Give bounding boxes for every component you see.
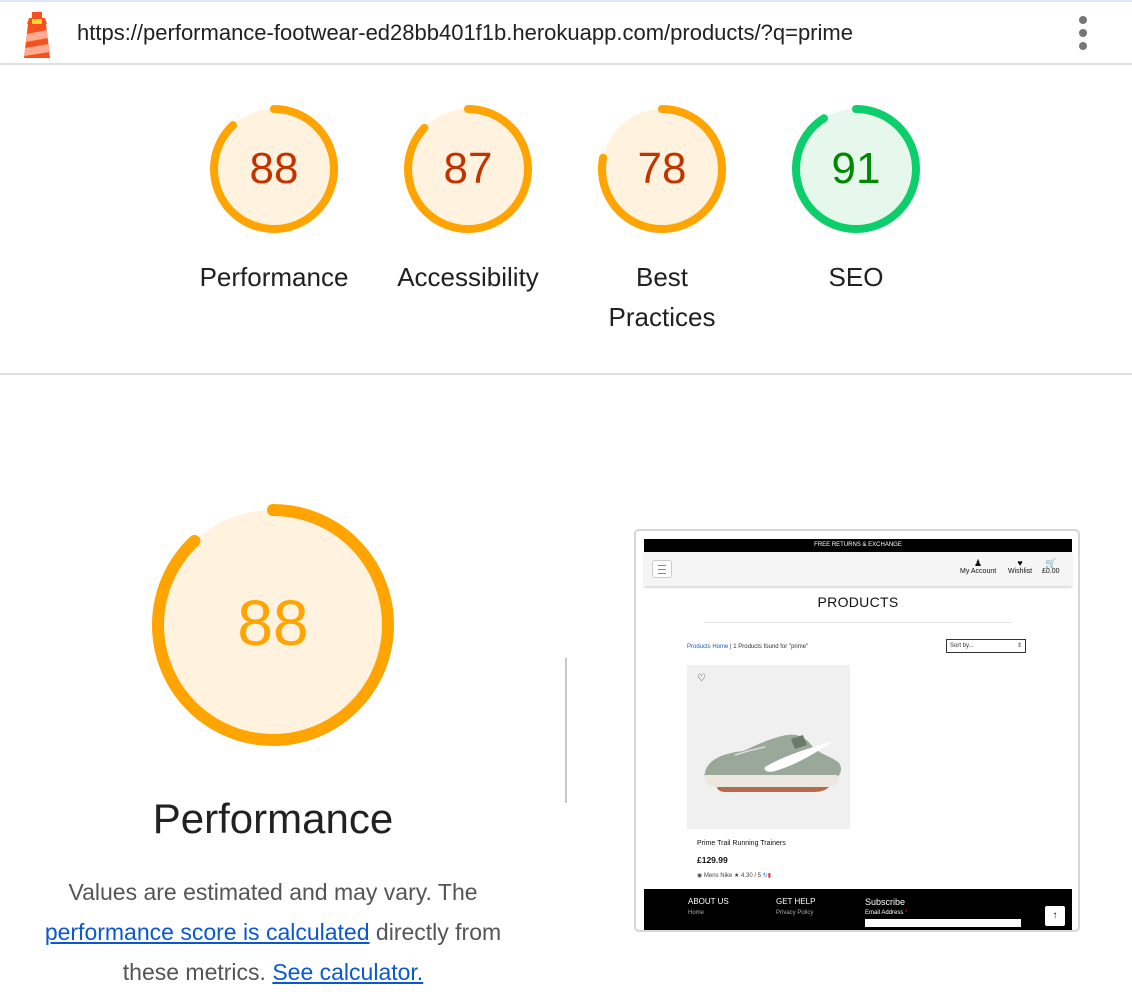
- gauge-label: Best Practices: [572, 257, 752, 337]
- gauge-label-line: Best: [635, 262, 689, 292]
- back-to-top-icon: ↑: [1045, 906, 1065, 926]
- shoe-image: [704, 734, 841, 792]
- url-bar: https://performance-footwear-ed28bb401f1…: [0, 2, 1132, 65]
- product-image-card: ♡: [687, 665, 850, 829]
- products-heading: PRODUCTS: [817, 594, 899, 610]
- gauge-label: Accessibility: [397, 262, 539, 292]
- wishlist-heart-icon: ♡: [697, 673, 706, 684]
- email-label-text: Email Address: [865, 910, 904, 916]
- final-screenshot[interactable]: FREE RETURNS & EXCHANGE ♟ My Account ♥ W…: [634, 529, 1080, 932]
- category-icon: ◉: [697, 873, 703, 879]
- gauge-ring: 78: [598, 105, 726, 233]
- gauge-ring: 91: [792, 105, 920, 233]
- product-meta: ◉ Mens Nike ★ 4.30 / 5 ↻▮: [697, 872, 771, 879]
- product-name: Prime Trail Running Trainers: [697, 840, 786, 847]
- lighthouse-icon: [24, 12, 50, 58]
- hamburger-menu-icon: [652, 560, 672, 578]
- promo-banner: FREE RETURNS & EXCHANGE: [644, 539, 1072, 552]
- see-calculator-link[interactable]: See calculator.: [272, 959, 423, 985]
- desc-text: these metrics.: [122, 959, 266, 985]
- heart-icon: ♥: [1017, 558, 1023, 568]
- product-category: Mens Nike: [703, 873, 733, 879]
- email-input: [865, 919, 1021, 927]
- vertical-divider: [565, 658, 567, 803]
- breadcrumb-text: | 1 Products found for "prime": [728, 644, 809, 650]
- nav-wishlist: ♥ Wishlist: [1008, 558, 1032, 575]
- breadcrumb: Products Home | 1 Products found for "pr…: [687, 644, 808, 650]
- user-icon: ♟: [974, 558, 983, 568]
- star-icon: ★: [733, 873, 740, 879]
- site-footer: ABOUT US Home GET HELP Privacy Policy Su…: [644, 889, 1072, 930]
- footer-home-link: Home: [688, 910, 705, 916]
- product-price: £129.99: [697, 855, 728, 865]
- gauge-seo[interactable]: 91 SEO: [766, 103, 946, 297]
- gauge-score: 88: [250, 144, 299, 193]
- sort-select: Sort by... ⇕: [946, 639, 1026, 653]
- gauge-label-line: Practices: [608, 302, 716, 332]
- footer-about: ABOUT US: [688, 897, 729, 906]
- performance-big-gauge: 88: [152, 504, 394, 746]
- sort-arrows-icon: ⇕: [1016, 643, 1022, 649]
- score-calculated-link[interactable]: performance score is calculated: [45, 919, 370, 945]
- performance-score: 88: [237, 587, 308, 659]
- gauge-score: 91: [832, 144, 881, 193]
- nav-my-account: ♟ My Account: [960, 558, 996, 575]
- gauge-accessibility[interactable]: 87 Accessibility: [378, 103, 558, 297]
- page-url: https://performance-footwear-ed28bb401f1…: [77, 20, 853, 45]
- sort-placeholder: Sort by...: [950, 643, 974, 649]
- heading-rule: [704, 622, 1012, 623]
- nav-bag: 🛒 £0.00: [1042, 558, 1060, 575]
- footer-privacy-link: Privacy Policy: [776, 910, 814, 916]
- desc-text: Values are estimated and may vary. The: [68, 879, 478, 905]
- gauge-best-practices[interactable]: 78 Best Practices: [572, 103, 752, 337]
- performance-description: Values are estimated and may vary. The p…: [20, 872, 526, 992]
- gauge-label: Performance: [199, 262, 349, 292]
- category-gauges: 88 Performance 87 Accessibility 78 Best …: [0, 65, 1132, 375]
- site-nav: ♟ My Account ♥ Wishlist 🛒 £0.00: [644, 552, 1072, 586]
- footer-subscribe: Subscribe: [865, 897, 906, 907]
- gauge-ring: 88: [210, 105, 338, 233]
- required-marker: *: [905, 910, 908, 916]
- gauge-score: 78: [638, 144, 687, 193]
- footer-help: GET HELP: [776, 897, 816, 906]
- gauge-score: 87: [444, 144, 493, 193]
- nav-label: Wishlist: [1008, 568, 1033, 575]
- nav-label: My Account: [960, 568, 997, 575]
- gauge-performance[interactable]: 88 Performance: [184, 103, 364, 297]
- desc-text: directly from: [375, 919, 502, 945]
- product-rating: 4.30 / 5: [741, 873, 762, 879]
- more-vert-icon[interactable]: [1072, 16, 1094, 52]
- screenshot-page: FREE RETURNS & EXCHANGE ♟ My Account ♥ W…: [644, 539, 1072, 930]
- gauge-ring: 87: [404, 105, 532, 233]
- delete-icon: ▮: [767, 873, 772, 879]
- breadcrumb-link: Products Home: [687, 644, 729, 650]
- performance-title: Performance: [152, 795, 394, 842]
- gauge-label: SEO: [828, 262, 884, 292]
- email-label: Email Address *: [865, 910, 907, 916]
- nav-label: £0.00: [1042, 568, 1060, 575]
- cart-icon: 🛒: [1045, 558, 1057, 568]
